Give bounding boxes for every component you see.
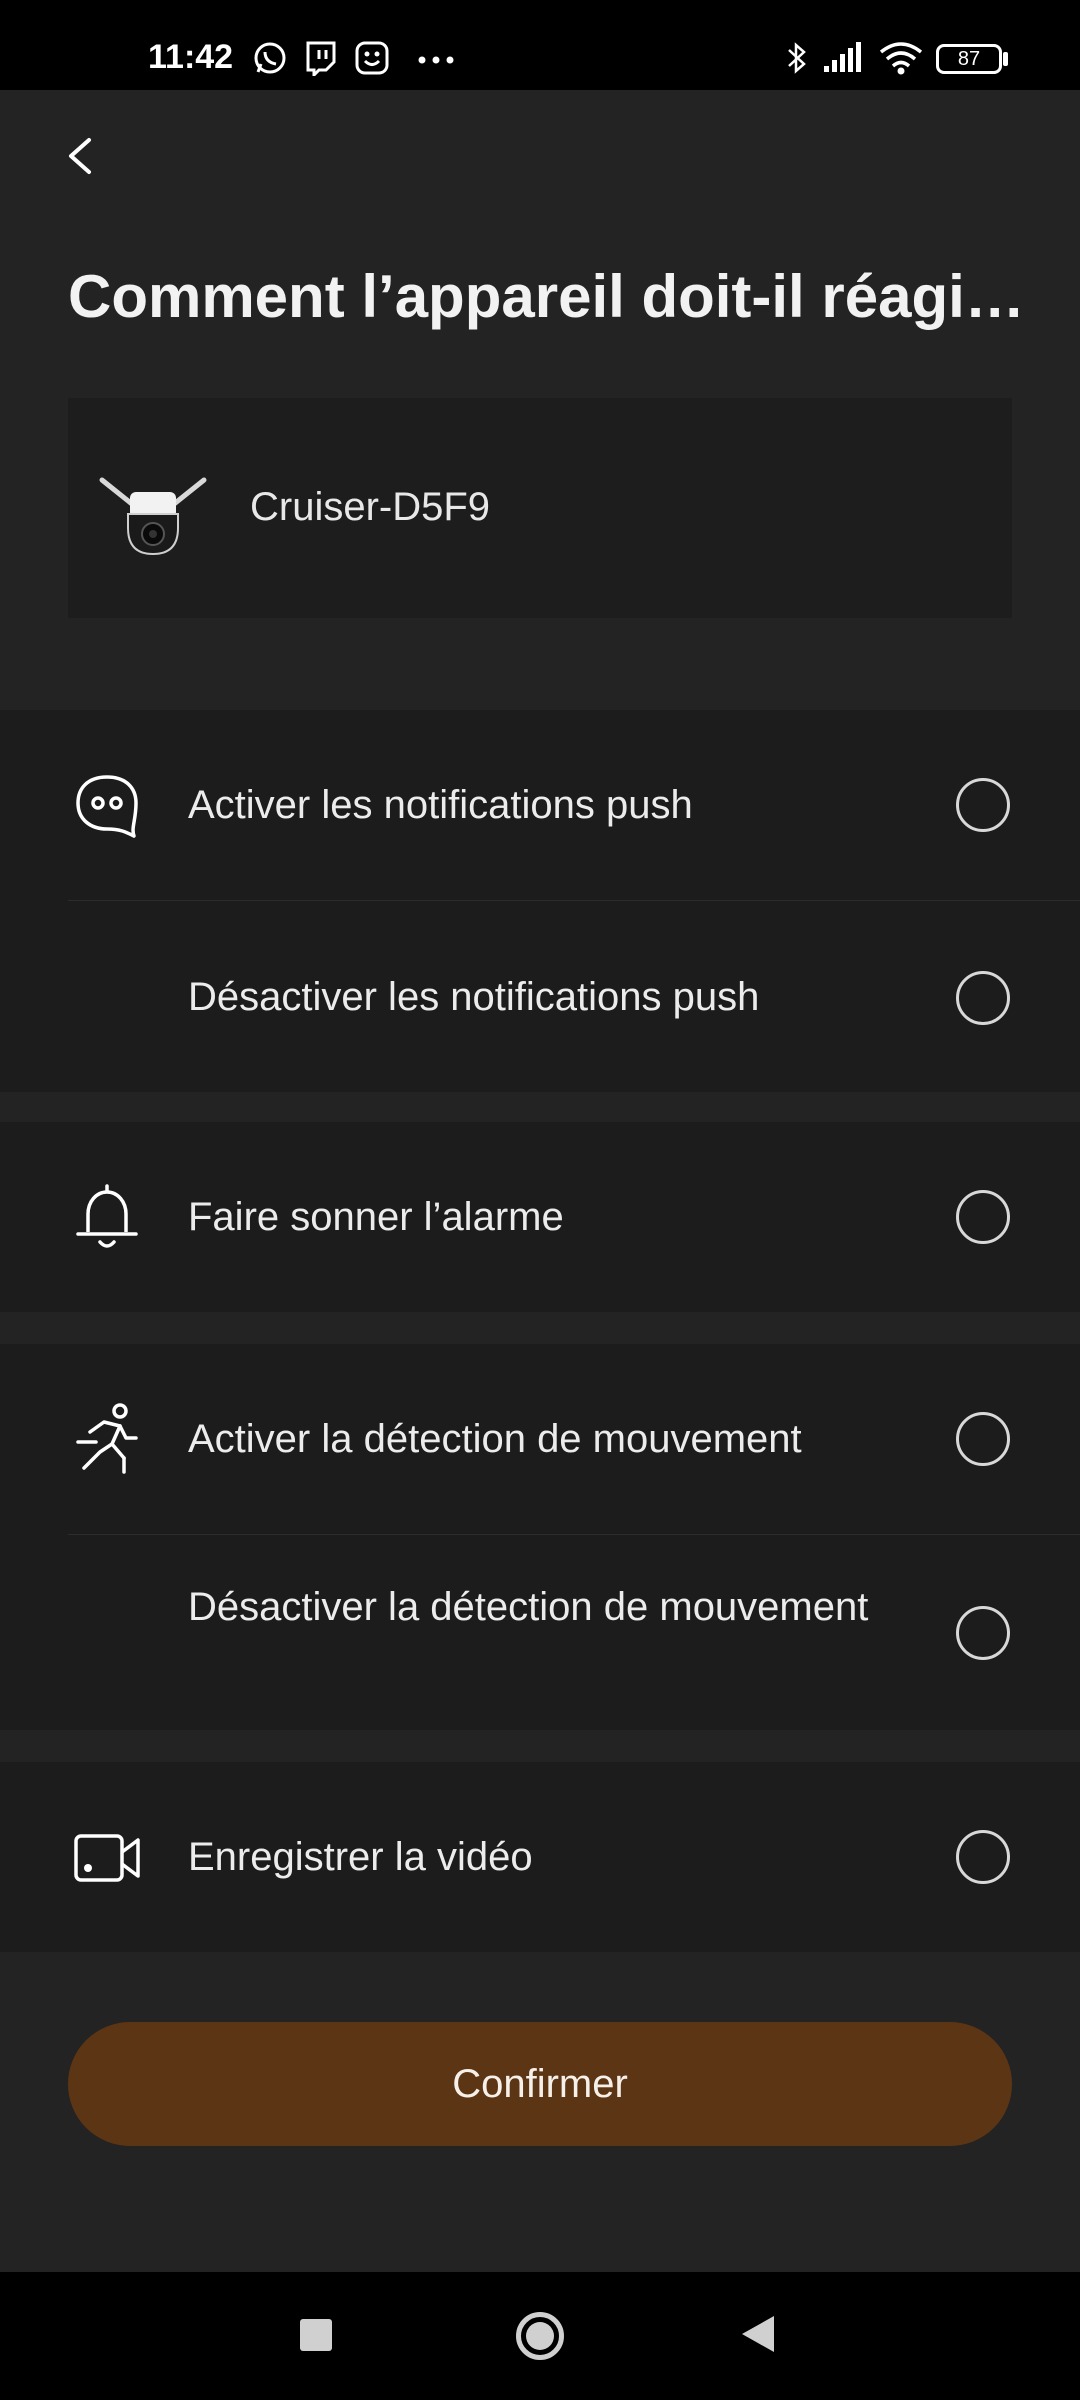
bluetooth-icon — [788, 42, 806, 74]
option-label: Activer les notifications push — [188, 783, 693, 827]
option-label: Activer la détection de mouvement — [188, 1417, 802, 1461]
option-sound-alarm[interactable]: Faire sonner l’alarme — [0, 1122, 1080, 1312]
security-camera-image — [99, 477, 207, 556]
option-disable-push[interactable]: Désactiver les notifications push — [0, 901, 1080, 1092]
option-label: Faire sonner l’alarme — [188, 1195, 564, 1239]
more-dots-icon — [418, 56, 454, 64]
radio-button[interactable] — [956, 1190, 1010, 1244]
chat-bubble-icon — [76, 775, 138, 838]
option-enable-push[interactable]: Activer les notifications push — [0, 710, 1080, 900]
radio-button[interactable] — [956, 778, 1010, 832]
option-enable-motion[interactable]: Activer la détection de mouvement — [0, 1344, 1080, 1534]
option-disable-motion[interactable]: Désactiver la détection de mouvement — [0, 1535, 1080, 1730]
back-triangle-icon[interactable] — [742, 2316, 774, 2352]
whatsapp-icon — [254, 42, 286, 74]
page-title: Comment l’appareil doit-il réagi… — [68, 263, 1025, 330]
wifi-icon — [879, 42, 923, 75]
radio-button[interactable] — [956, 1412, 1010, 1466]
option-label: Désactiver les notifications push — [188, 975, 760, 1019]
confirm-button[interactable]: Confirmer — [68, 2022, 1012, 2146]
device-name: Cruiser-D5F9 — [250, 485, 491, 529]
radio-button[interactable] — [956, 1606, 1010, 1660]
option-label: Désactiver la détection de mouvement — [188, 1585, 869, 1629]
signal-icon — [824, 42, 861, 72]
video-camera-icon — [74, 1834, 140, 1882]
bell-icon — [76, 1184, 138, 1248]
smiley-app-icon — [355, 41, 389, 75]
option-record-video[interactable]: Enregistrer la vidéo — [0, 1762, 1080, 1952]
recents-square-icon[interactable] — [300, 2319, 332, 2351]
running-person-icon — [76, 1403, 138, 1474]
battery-indicator: 87 — [936, 44, 1002, 74]
twitch-icon — [306, 41, 336, 76]
radio-button[interactable] — [956, 1830, 1010, 1884]
battery-cap — [1003, 52, 1008, 66]
radio-button[interactable] — [956, 971, 1010, 1025]
status-time: 11:42 — [148, 38, 234, 76]
battery-level: 87 — [957, 48, 981, 70]
option-label: Enregistrer la vidéo — [188, 1835, 533, 1879]
back-button[interactable] — [55, 120, 115, 190]
home-circle-inner — [526, 2322, 554, 2350]
